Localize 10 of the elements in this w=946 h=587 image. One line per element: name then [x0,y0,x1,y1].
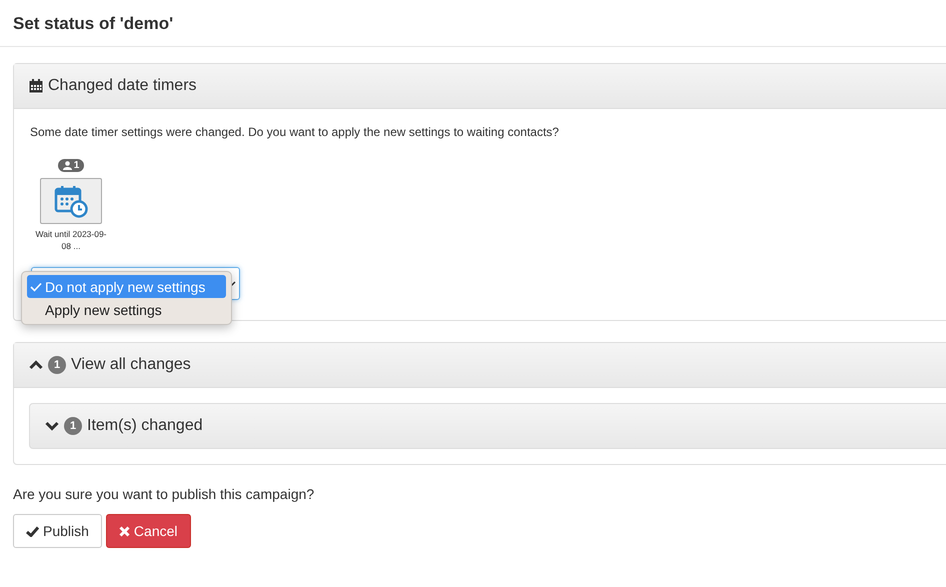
subpanel-title: Item(s) changed [87,417,203,435]
message-text: Some date timer settings were changed. Do you want to apply the new settings to waiting contacts? [30,125,560,139]
count-badge: 1 [64,417,82,435]
question-text: Are you sure you want to publish this campaign? [13,486,316,502]
panel-title: Changed date timers [48,77,197,95]
page-title: Set status of 'demo' [12,12,174,34]
count-badge: 1 [48,356,66,374]
timer-label: Wait until 2023-09-08 ... [34,228,108,252]
panel-title: View all changes [71,356,191,374]
contact-count-badge: 1 [58,159,84,172]
